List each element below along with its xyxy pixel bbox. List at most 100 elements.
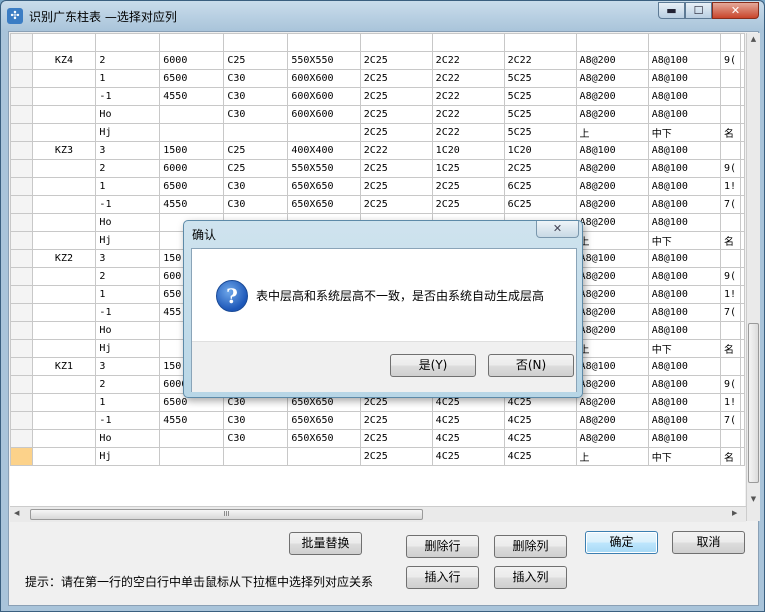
table-cell[interactable]: 中下 [647,339,721,358]
table-cell[interactable]: 2C25 [359,87,433,106]
row-header[interactable] [10,231,33,250]
table-cell[interactable]: 上 [575,231,649,250]
row-header[interactable] [10,195,33,214]
table-row[interactable]: -1 4550 C30 600X600 2C25 2C22 5C25 A8@200 A8@100 [10,87,745,106]
title-bar[interactable]: ✣ 识别广东柱表 —选择对应列 ▬ ☐ ✕ [1,1,764,31]
table-cell[interactable]: 2C22 [431,123,505,142]
table-cell[interactable] [575,33,649,52]
row-header[interactable] [10,303,33,322]
table-row[interactable]: -1 4550 C30 650X650 2C25 2C25 6C25 A8@200 A8@100… [10,195,745,214]
table-cell[interactable]: 4C25 [431,429,505,448]
table-cell[interactable]: 2C22 [431,69,505,88]
table-cell[interactable]: 2C25 [359,429,433,448]
table-cell[interactable] [503,33,577,52]
table-cell[interactable]: 上 [575,447,649,466]
table-cell[interactable] [31,411,97,430]
table-cell[interactable]: 名 [719,447,742,466]
horizontal-scrollbar[interactable]: ◀ III ▶ [10,506,746,522]
table-cell[interactable]: A8@200 [575,321,649,340]
table-cell[interactable]: 4C25 [503,447,577,466]
table-cell[interactable]: 2C22 [431,105,505,124]
table-cell[interactable]: 1 [95,285,161,304]
row-header[interactable] [10,429,33,448]
table-cell[interactable]: A8@200 [575,267,649,286]
row-header[interactable] [10,177,33,196]
table-cell[interactable] [159,33,225,52]
table-cell[interactable] [159,105,225,124]
table-cell[interactable]: 4C25 [503,429,577,448]
table-cell[interactable]: A8@100 [647,393,721,412]
table-cell[interactable]: A8@100 [647,51,721,70]
delete-column-button[interactable]: 删除列 [494,535,567,558]
table-cell[interactable] [287,447,361,466]
table-cell[interactable]: A8@100 [647,285,721,304]
table-cell[interactable]: 2C25 [359,105,433,124]
scroll-left-arrow-icon[interactable]: ◀ [14,509,19,517]
table-cell[interactable] [287,123,361,142]
table-cell[interactable]: C30 [223,195,289,214]
table-cell[interactable]: 2C22 [431,87,505,106]
table-cell[interactable]: 2C25 [359,69,433,88]
table-cell[interactable]: Ho [95,429,161,448]
table-cell[interactable]: C30 [223,87,289,106]
table-cell[interactable] [719,213,742,232]
table-cell[interactable]: 9( [719,375,742,394]
table-cell[interactable]: 2 [95,375,161,394]
insert-row-button[interactable]: 插入行 [406,566,479,589]
table-cell[interactable] [431,33,505,52]
table-cell[interactable]: 1! [719,177,742,196]
table-cell[interactable] [719,357,742,376]
table-cell[interactable] [31,231,97,250]
table-cell[interactable] [31,321,97,340]
table-cell[interactable] [719,249,742,268]
table-cell[interactable]: Hj [95,339,161,358]
table-cell[interactable]: A8@200 [575,159,649,178]
table-cell[interactable] [223,123,289,142]
table-cell[interactable]: A8@200 [575,375,649,394]
table-cell[interactable]: 3 [95,249,161,268]
table-cell[interactable]: 550X550 [287,51,361,70]
table-cell[interactable]: 600X600 [287,87,361,106]
table-cell[interactable]: -1 [95,303,161,322]
table-cell[interactable]: 9( [719,159,742,178]
table-cell[interactable]: A8@100 [647,159,721,178]
table-row[interactable]: Ho C30 600X600 2C25 2C22 5C25 A8@200 A8@100 [10,105,745,124]
table-cell[interactable]: -1 [95,195,161,214]
table-cell[interactable]: C30 [223,429,289,448]
table-cell[interactable]: -1 [95,87,161,106]
cancel-button[interactable]: 取消 [672,531,745,554]
table-cell[interactable]: C25 [223,159,289,178]
row-header[interactable] [10,141,33,160]
table-cell[interactable]: A8@100 [647,429,721,448]
table-cell[interactable] [31,195,97,214]
table-cell[interactable] [31,339,97,358]
table-cell[interactable]: 1500 [159,141,225,160]
table-cell[interactable] [31,285,97,304]
table-cell[interactable] [719,87,742,106]
table-cell[interactable]: A8@100 [647,303,721,322]
table-cell[interactable] [719,141,742,160]
table-header-row[interactable] [10,33,745,52]
table-cell[interactable]: A8@200 [575,411,649,430]
table-cell[interactable]: 3 [95,357,161,376]
table-cell[interactable]: 6500 [159,69,225,88]
table-cell[interactable]: A8@200 [575,285,649,304]
table-cell[interactable]: 中下 [647,447,721,466]
table-cell[interactable]: 2C25 [359,195,433,214]
table-cell[interactable]: 上 [575,339,649,358]
row-header[interactable] [10,375,33,394]
table-cell[interactable]: C30 [223,105,289,124]
table-cell[interactable]: 1C20 [431,141,505,160]
minimize-button[interactable]: ▬ [658,2,685,19]
table-cell[interactable]: 650X650 [287,195,361,214]
table-cell[interactable]: 2C25 [359,177,433,196]
table-row[interactable]: KZ3 3 1500 C25 400X400 2C22 1C20 1C20 A8@100 A8@1… [10,141,745,160]
close-button[interactable]: ✕ [712,2,759,19]
maximize-button[interactable]: ☐ [685,2,712,19]
row-header[interactable] [10,393,33,412]
table-cell[interactable] [287,33,361,52]
table-cell[interactable]: A8@100 [647,105,721,124]
table-cell[interactable]: 上 [575,123,649,142]
table-cell[interactable]: KZ1 [31,357,97,376]
table-cell[interactable]: A8@200 [575,87,649,106]
